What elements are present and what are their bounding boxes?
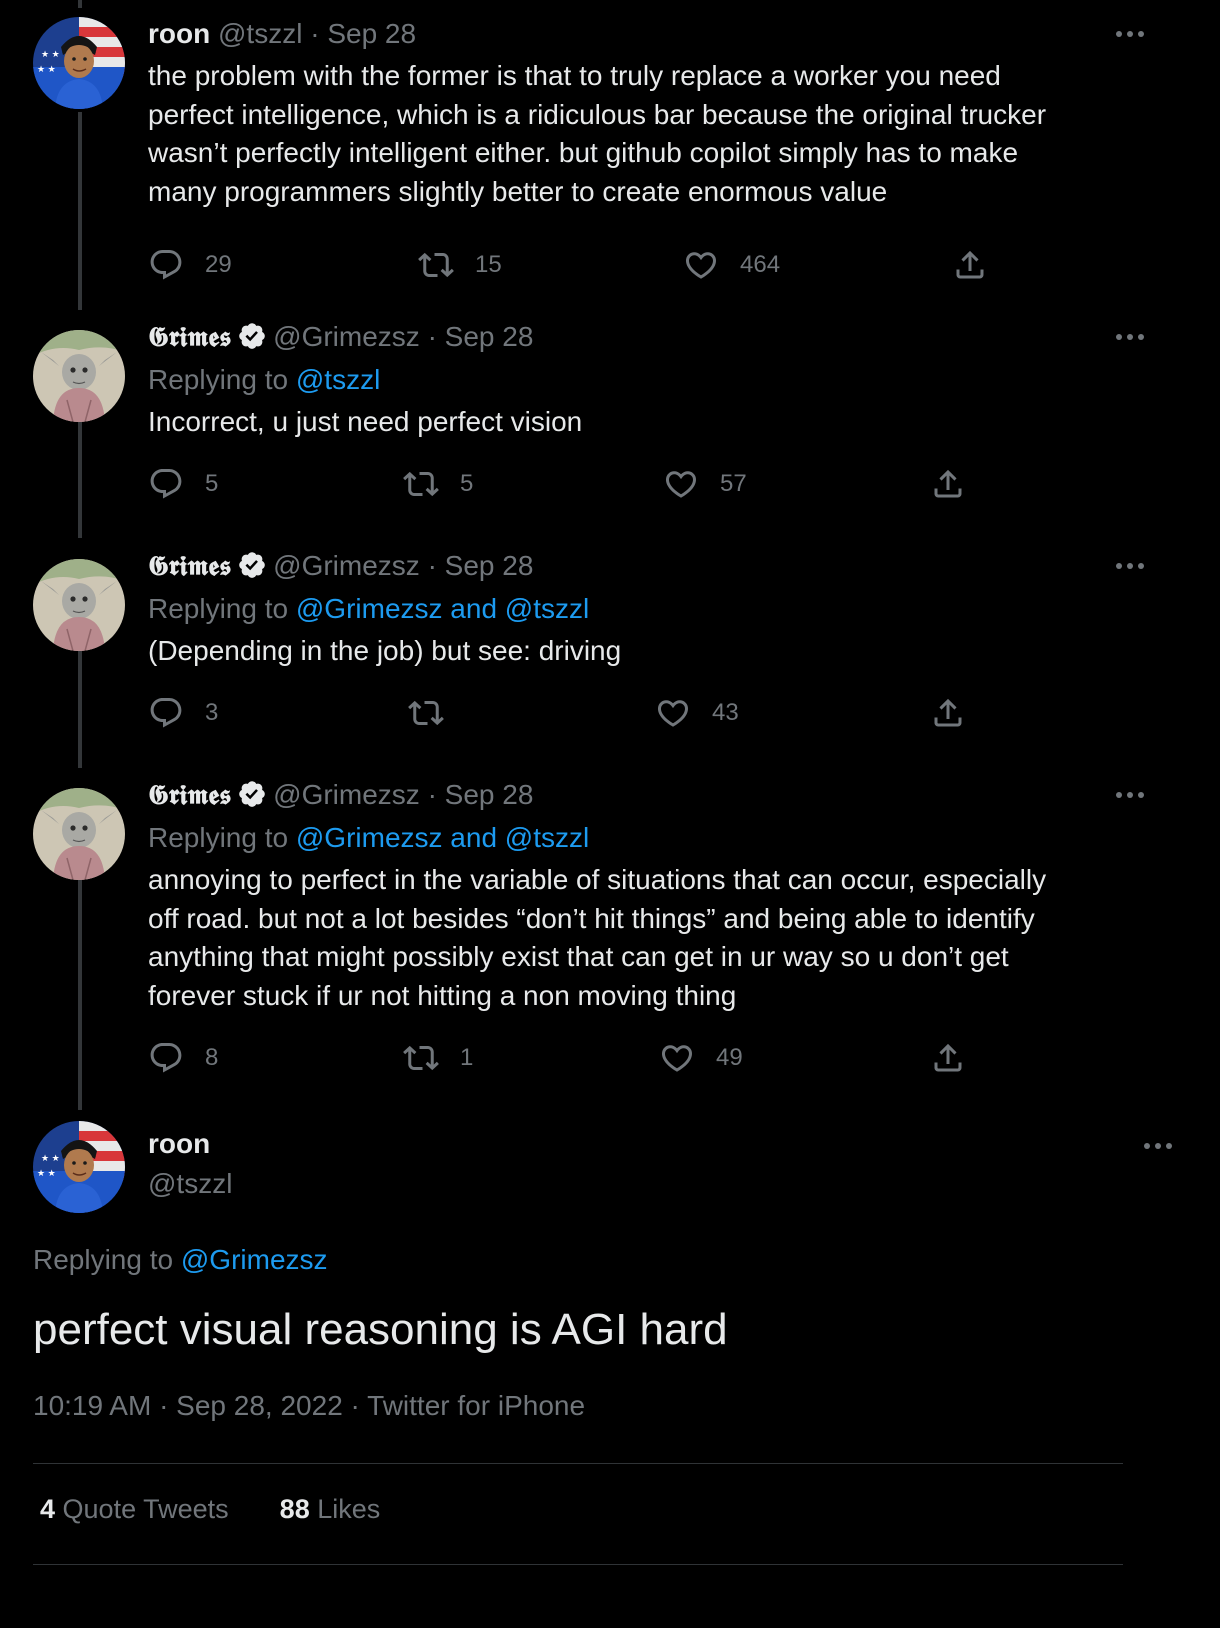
display-name[interactable]: 𝕲𝖗𝖎𝖒𝖊𝖘 [148, 780, 231, 811]
tweet-text: (Depending in the job) but see: driving [148, 635, 622, 666]
like-count: 49 [716, 1044, 743, 1071]
more-icon[interactable] [1113, 783, 1147, 807]
replying-to: Replying to @Grimezsz [33, 1244, 328, 1275]
quote-tweets-link[interactable]: 4 Quote Tweets [40, 1494, 229, 1524]
reply-mention-link[interactable]: @tszzl [296, 364, 380, 395]
display-name[interactable]: 𝕲𝖗𝖎𝖒𝖊𝖘 [148, 322, 231, 353]
display-name[interactable]: roon [148, 18, 210, 49]
reply-icon [148, 247, 184, 283]
like-count: 57 [720, 470, 747, 497]
verified-icon [237, 779, 267, 809]
share-icon [930, 1040, 966, 1076]
tweet-date[interactable]: · Sep 28 [428, 321, 534, 352]
share-button[interactable] [930, 1038, 966, 1078]
share-icon [952, 247, 988, 283]
reply-icon [148, 695, 184, 731]
reply-count: 29 [205, 251, 232, 278]
handle[interactable]: @tszzl [148, 1164, 232, 1204]
share-button[interactable] [952, 245, 988, 285]
display-name[interactable]: roon [148, 1124, 232, 1164]
retweet-button[interactable]: 15 [418, 245, 502, 285]
reply-count: 8 [205, 1044, 219, 1071]
share-button[interactable] [930, 464, 966, 504]
likes-link[interactable]: 88 Likes [280, 1494, 381, 1524]
thread-line [78, 0, 82, 8]
avatar[interactable] [33, 788, 125, 880]
tweet-stats: 4 Quote Tweets 88 Likes [40, 1494, 380, 1525]
avatar[interactable] [33, 1121, 125, 1213]
like-count: 464 [740, 251, 781, 278]
more-icon[interactable] [1113, 554, 1147, 578]
retweet-icon [403, 1040, 439, 1076]
verified-icon [237, 550, 267, 580]
reply-count: 3 [205, 699, 219, 726]
retweet-icon [408, 695, 444, 731]
reply-button[interactable]: 29 [148, 245, 232, 285]
tweet-text: Incorrect, u just need perfect vision [148, 406, 583, 437]
retweet-icon [418, 247, 454, 283]
tweet-date[interactable]: · Sep 28 [428, 779, 534, 810]
divider [33, 1463, 1123, 1464]
reply-button[interactable]: 5 [148, 464, 218, 504]
reply-icon [148, 1040, 184, 1076]
tweet-actions: 29 15 464 [148, 245, 978, 285]
reply-button[interactable]: 8 [148, 1038, 218, 1078]
retweet-count: 1 [460, 1044, 474, 1071]
more-icon[interactable] [1113, 22, 1147, 46]
like-button[interactable]: 49 [659, 1038, 743, 1078]
share-button[interactable] [930, 693, 966, 733]
retweet-button[interactable]: 5 [403, 464, 473, 504]
retweet-count: 5 [460, 470, 474, 497]
like-button[interactable]: 43 [655, 693, 739, 733]
retweet-count: 15 [475, 251, 502, 278]
divider [33, 1564, 1123, 1565]
main-tweet-text: perfect visual reasoning is AGI hard [33, 1305, 728, 1354]
replying-to: Replying to @tszzl [148, 364, 381, 395]
avatar[interactable] [33, 17, 125, 109]
tweet-actions: 5 5 57 [148, 464, 978, 504]
replying-to: Replying to @Grimezsz and @tszzl [148, 593, 590, 624]
like-icon [659, 1040, 695, 1076]
reply-mention-link[interactable]: @Grimezsz [181, 1244, 328, 1275]
reply-mention-link[interactable]: @Grimezsz and @tszzl [296, 822, 589, 853]
main-tweet-header: roon @tszzl [148, 1124, 232, 1204]
like-button[interactable]: 464 [683, 245, 780, 285]
tweet-actions: 3 43 [148, 693, 978, 733]
retweet-button[interactable]: 1 [403, 1038, 473, 1078]
like-icon [683, 247, 719, 283]
tweet-text: the problem with the former is that to t… [148, 60, 1047, 207]
retweet-button[interactable] [408, 693, 465, 733]
tweet-timestamp[interactable]: 10:19 AM · Sep 28, 2022 · Twitter for iP… [33, 1390, 585, 1422]
verified-icon [237, 321, 267, 351]
reply-icon [148, 466, 184, 502]
like-button[interactable]: 57 [663, 464, 747, 504]
tweet-item[interactable]: 𝕲𝖗𝖎𝖒𝖊𝖘 @Grimezsz · Sep 28 Replying to @Gr… [0, 546, 1175, 766]
like-icon [663, 466, 699, 502]
like-count: 43 [712, 699, 739, 726]
avatar[interactable] [33, 330, 125, 422]
retweet-icon [403, 466, 439, 502]
tweet-actions: 8 1 49 [148, 1038, 978, 1078]
replying-to: Replying to @Grimezsz and @tszzl [148, 822, 590, 853]
display-name[interactable]: 𝕲𝖗𝖎𝖒𝖊𝖘 [148, 551, 231, 582]
more-icon[interactable] [1113, 325, 1147, 349]
like-icon [655, 695, 691, 731]
handle[interactable]: @Grimezsz [273, 321, 420, 352]
tweet-date[interactable]: · Sep 28 [310, 18, 416, 49]
handle[interactable]: @Grimezsz [273, 550, 420, 581]
handle[interactable]: @Grimezsz [273, 779, 420, 810]
handle[interactable]: @tszzl [218, 18, 302, 49]
tweet-date[interactable]: · Sep 28 [428, 550, 534, 581]
reply-count: 5 [205, 470, 219, 497]
tweet-text: annoying to perfect in the variable of s… [148, 864, 1047, 1011]
tweet-item[interactable]: 𝕲𝖗𝖎𝖒𝖊𝖘 @Grimezsz · Sep 28 Replying to @ts… [0, 317, 1175, 537]
share-icon [930, 695, 966, 731]
reply-mention-link[interactable]: @Grimezsz and @tszzl [296, 593, 589, 624]
reply-button[interactable]: 3 [148, 693, 218, 733]
avatar[interactable] [33, 559, 125, 651]
more-icon[interactable] [1141, 1134, 1175, 1158]
share-icon [930, 466, 966, 502]
